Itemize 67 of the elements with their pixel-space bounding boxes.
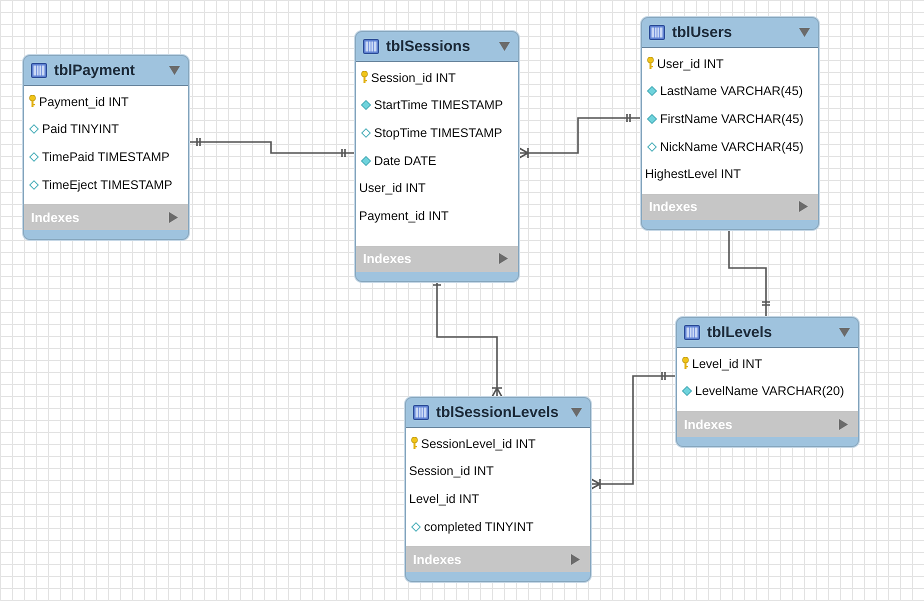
key-icon (647, 57, 654, 70)
column-text: Session_id INT (371, 70, 456, 85)
column-text: StopTime TIMESTAMP (374, 126, 502, 140)
dropdown-icon[interactable] (839, 328, 850, 337)
table-icon (684, 325, 700, 340)
key-icon (682, 357, 689, 370)
indexes-label: Indexes (684, 416, 734, 432)
key-icon (411, 437, 418, 450)
column-text: Date DATE (374, 154, 436, 168)
dropdown-icon[interactable] (169, 66, 180, 75)
expand-arrow-icon[interactable] (839, 418, 848, 430)
column-text: Paid TINYINT (42, 122, 119, 136)
column-text: User_id INT (657, 56, 724, 71)
column-text: SessionLevel_id INT (421, 436, 536, 451)
table-card[interactable]: tblSessions Session_id INT StartTime TIMESTAMP StopTime TIMESTAMP Date DATE User_id INT Payment_id INT Indexes (355, 31, 519, 282)
table-card[interactable]: tblSessionLevels SessionLevel_id INT Session_id INT Level_id INT completed TINYINT Indexes (405, 397, 591, 582)
column-text: User_id INT (359, 181, 426, 196)
table-title: tblUsers (672, 24, 734, 41)
outline-diamond-icon (29, 180, 39, 190)
expand-arrow-icon[interactable] (799, 201, 808, 212)
dropdown-icon[interactable] (799, 28, 810, 37)
column-text: NickName VARCHAR(45) (660, 140, 804, 154)
table-icon (363, 39, 379, 54)
dropdown-icon[interactable] (571, 408, 582, 417)
diamond-icon (647, 86, 657, 96)
table-icon (649, 25, 665, 40)
column-text: StartTime TIMESTAMP (374, 98, 503, 112)
table-title: tblSessionLevels (436, 404, 560, 421)
outline-diamond-icon (29, 152, 39, 162)
expand-arrow-icon[interactable] (499, 253, 508, 264)
table-title: tblLevels (707, 324, 774, 341)
table-icon (413, 405, 429, 420)
diamond-icon (647, 114, 657, 124)
column-text: TimePaid TIMESTAMP (42, 150, 170, 164)
column-text: LastName VARCHAR(45) (660, 84, 803, 98)
column-text: HighestLevel INT (645, 167, 741, 182)
key-icon (361, 71, 368, 84)
outline-diamond-icon (411, 522, 421, 532)
diamond-icon (361, 100, 371, 110)
table-title: tblPayment (54, 62, 136, 79)
indexes-label: Indexes (649, 199, 698, 214)
column-text: LevelName VARCHAR(20) (695, 384, 844, 398)
indexes-label: Indexes (31, 210, 80, 225)
column-text: completed TINYINT (424, 520, 534, 534)
indexes-label: Indexes (363, 251, 412, 266)
dropdown-icon[interactable] (499, 42, 510, 51)
outline-diamond-icon (361, 128, 371, 138)
column-text: FirstName VARCHAR(45) (660, 112, 804, 126)
table-card[interactable]: tblPayment Payment_id INT Paid TINYINT TimePaid TIMESTAMP TimeEject TIMESTAMP Indexes (23, 55, 189, 240)
diamond-icon (361, 156, 371, 166)
outline-diamond-icon (29, 124, 39, 134)
table-card[interactable]: tblUsers User_id INT LastName VARCHAR(45) FirstName VARCHAR(45) NickName VARCHAR(45) HighestLevel INT Indexes (641, 17, 819, 230)
outline-diamond-icon (647, 142, 657, 152)
column-text: Payment_id INT (359, 208, 449, 223)
indexes-label: Indexes (413, 552, 462, 567)
column-text: Level_id INT (409, 492, 480, 506)
table-card[interactable]: tblLevels Level_id INT LevelName VARCHAR(20) Indexes (676, 317, 859, 448)
column-text: Level_id INT (692, 356, 762, 371)
column-text: Payment_id INT (39, 94, 129, 109)
table-title: tblSessions (386, 38, 472, 55)
expand-arrow-icon[interactable] (169, 212, 178, 223)
table-icon (31, 63, 47, 78)
expand-arrow-icon[interactable] (571, 554, 580, 565)
column-text: TimeEject TIMESTAMP (42, 178, 172, 192)
diamond-icon (682, 386, 692, 396)
column-text: Session_id INT (409, 464, 494, 478)
key-icon (29, 95, 36, 108)
